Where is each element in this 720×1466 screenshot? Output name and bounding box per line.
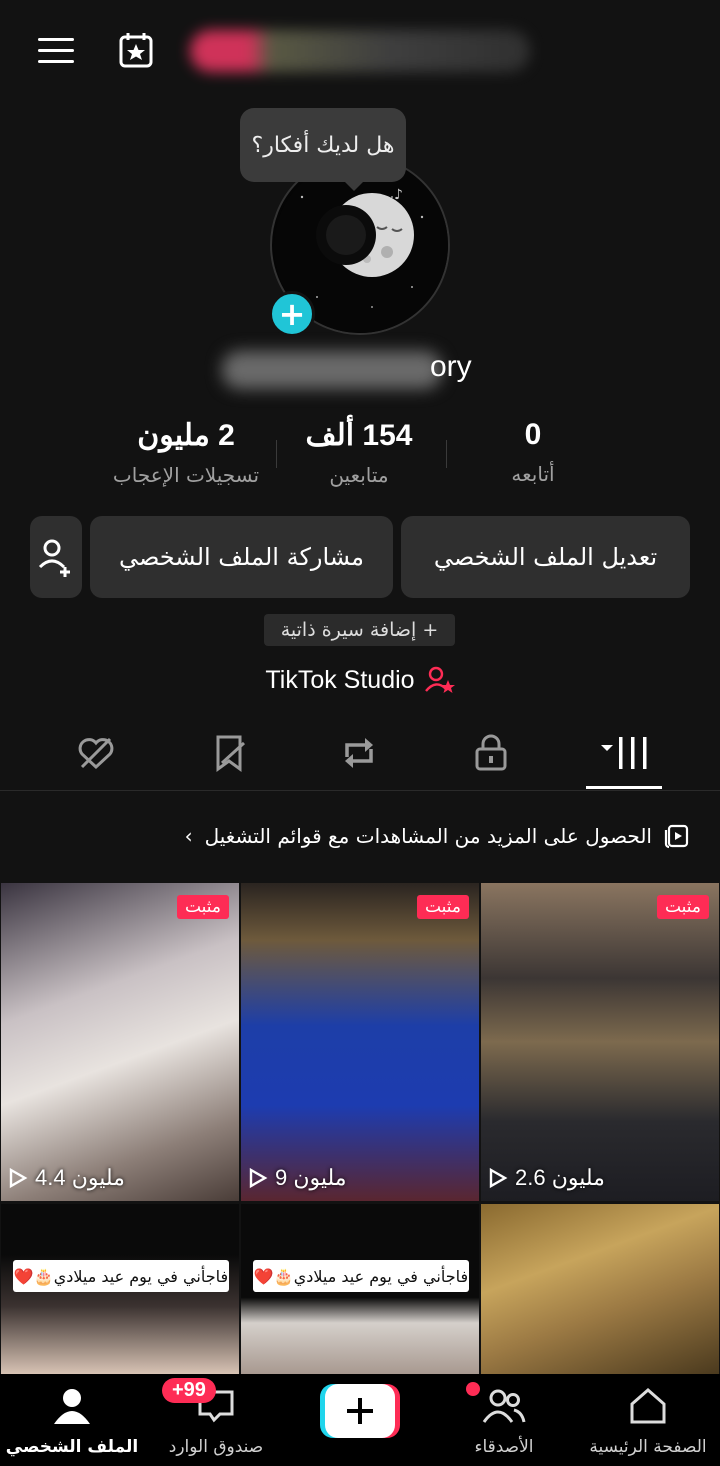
view-count: 9 مليون: [247, 1165, 347, 1191]
nav-profile-label: الملف الشخصي: [5, 1437, 139, 1457]
create-button[interactable]: [320, 1384, 400, 1438]
nav-profile[interactable]: الملف الشخصي: [2, 1386, 142, 1457]
nav-home[interactable]: الصفحة الرئيسية: [578, 1386, 718, 1457]
add-bio-button[interactable]: + إضافة سيرة ذاتية: [264, 614, 455, 646]
following-stat[interactable]: 0 أتابعه: [438, 418, 628, 486]
video-thumbnail[interactable]: فاجأني في يوم عيد ميلادي🎂❤️: [241, 1204, 479, 1374]
nav-inbox-label: صندوق الوارد: [168, 1437, 264, 1457]
tiktok-studio-link[interactable]: TikTok Studio: [200, 662, 520, 698]
person-star-icon: [424, 666, 455, 693]
hamburger-menu-icon[interactable]: [38, 38, 74, 64]
playlist-banner-text: الحصول على المزيد من المشاهدات مع قوائم …: [204, 824, 652, 848]
active-tab-indicator: [586, 786, 662, 789]
friends-icon: [482, 1389, 526, 1423]
bookmark-icon: [216, 735, 246, 772]
video-thumbnail[interactable]: فاجأني في يوم عيد ميلادي🎂❤️: [1, 1204, 239, 1374]
tab-private[interactable]: [461, 728, 521, 778]
tab-reposts[interactable]: [329, 728, 389, 778]
repost-icon: [345, 738, 373, 768]
add-friends-button[interactable]: [30, 516, 82, 598]
likes-stat[interactable]: 2 مليون تسجيلات الإعجاب: [91, 418, 281, 487]
lock-icon: [475, 734, 507, 771]
svg-text:♪: ♪: [394, 187, 403, 203]
following-count: 0: [524, 418, 542, 451]
profile-icon: [54, 1389, 90, 1424]
followers-label: متابعين: [329, 463, 389, 487]
home-icon: [630, 1388, 666, 1424]
view-count: 2.6 مليون: [487, 1165, 605, 1191]
tab-liked[interactable]: [66, 728, 126, 778]
chevron-left-icon: ‹: [184, 824, 193, 848]
view-count-value: 4.4 مليون: [35, 1165, 125, 1190]
video-thumbnail[interactable]: مثبت 9 مليون: [241, 883, 479, 1201]
video-thumbnail[interactable]: مثبت 4.4 مليون: [1, 883, 239, 1201]
edit-profile-button[interactable]: تعديل الملف الشخصي: [401, 516, 690, 598]
blurred-username: [222, 351, 442, 389]
nav-home-label: الصفحة الرئيسية: [589, 1437, 707, 1457]
view-count-value: 9 مليون: [275, 1165, 347, 1190]
view-count-value: 2.6 مليون: [515, 1165, 605, 1190]
heart-hidden-icon: [78, 737, 114, 770]
play-icon: [489, 1167, 508, 1189]
play-icon: [249, 1167, 268, 1189]
nav-friends-label: الأصدقاء: [474, 1437, 534, 1457]
tiktok-studio-label: TikTok Studio: [265, 665, 415, 694]
view-count: 4.4 مليون: [7, 1165, 125, 1191]
blurred-account-name[interactable]: [190, 30, 530, 72]
tabs-divider: [0, 790, 720, 791]
inbox-badge: +99: [162, 1378, 216, 1403]
grid-icon: [601, 737, 647, 769]
friends-notification-dot: [466, 1382, 480, 1396]
video-thumbnail[interactable]: [481, 1204, 719, 1374]
following-label: أتابعه: [511, 462, 555, 486]
play-icon: [9, 1167, 28, 1189]
tab-videos[interactable]: [596, 728, 656, 778]
likes-count: 2 مليون: [137, 419, 235, 452]
followers-count: 154 ألف: [305, 419, 413, 452]
pinned-badge: مثبت: [656, 895, 709, 919]
playlist-icon: [664, 824, 689, 849]
playlist-banner[interactable]: ‹ الحصول على المزيد من المشاهدات مع قوائ…: [0, 818, 720, 854]
likes-label: تسجيلات الإعجاب: [112, 463, 260, 487]
tab-favorites[interactable]: [200, 728, 260, 778]
ideas-tooltip[interactable]: هل لديك أفكار؟: [240, 108, 406, 191]
add-story-button[interactable]: +: [269, 291, 315, 337]
username: ory: [430, 350, 472, 383]
video-thumbnail[interactable]: مثبت 2.6 مليون: [481, 883, 719, 1201]
calendar-star-icon[interactable]: [118, 30, 158, 70]
pinned-badge: مثبت: [416, 895, 469, 919]
pinned-badge: مثبت: [176, 895, 229, 919]
video-caption: فاجأني في يوم عيد ميلادي🎂❤️: [253, 1260, 469, 1292]
add-person-icon: [38, 539, 70, 577]
share-profile-button[interactable]: مشاركة الملف الشخصي: [90, 516, 393, 598]
video-caption: فاجأني في يوم عيد ميلادي🎂❤️: [13, 1260, 229, 1292]
followers-stat[interactable]: 154 ألف متابعين: [264, 418, 454, 487]
nav-friends[interactable]: الأصدقاء: [434, 1386, 574, 1457]
